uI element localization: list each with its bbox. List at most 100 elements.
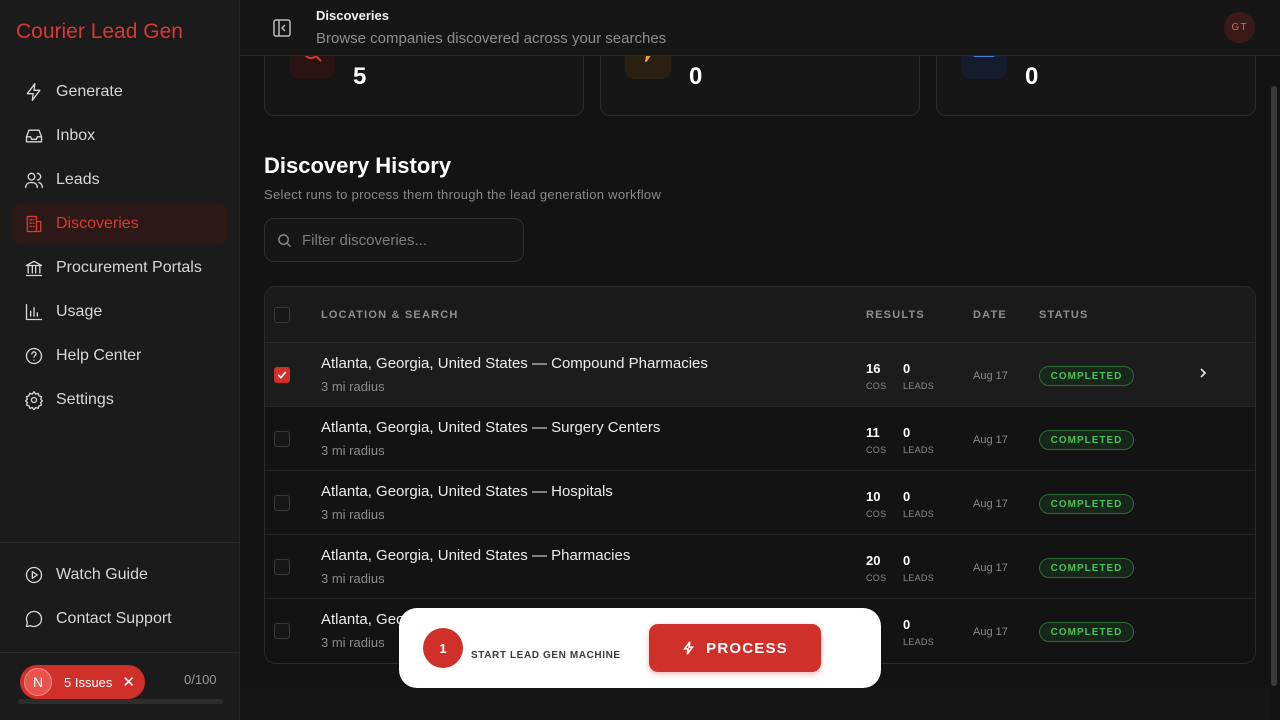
cos-label: COS	[866, 573, 887, 583]
table-row[interactable]: Atlanta, Georgia, United States — Pharma…	[265, 535, 1255, 599]
filter-input[interactable]	[302, 231, 512, 249]
inbox-icon	[24, 126, 44, 146]
avatar[interactable]: GT	[1224, 12, 1255, 43]
usage-progress-bar	[18, 699, 223, 704]
selected-count-badge: 1	[423, 628, 463, 668]
sidebar-item-discoveries[interactable]: Discoveries	[12, 204, 227, 244]
users-icon	[24, 170, 44, 190]
filter-field[interactable]	[264, 218, 524, 262]
leads-label: LEADS	[903, 637, 935, 647]
process-label: START LEAD GEN MACHINE	[471, 650, 621, 661]
row-checkbox[interactable]	[274, 431, 290, 447]
leads-label: LEADS	[903, 381, 935, 391]
sidebar-item-leads[interactable]: Leads	[12, 160, 227, 200]
leads-count: 0	[903, 617, 911, 632]
row-checkbox[interactable]	[274, 559, 290, 575]
table-row[interactable]: Atlanta, Georgia, United States — Hospit…	[265, 471, 1255, 535]
row-date: Aug 17	[973, 626, 1008, 638]
row-location: Atlanta, Georgia, United States — Pharma…	[321, 547, 631, 564]
sidebar-item-label: Discoveries	[56, 215, 139, 232]
row-date: Aug 17	[973, 370, 1008, 382]
stat-value: 0	[689, 63, 703, 90]
cos-count: 16	[866, 361, 881, 376]
sidebar-item-label: Settings	[56, 391, 114, 408]
sidebar-item-label: Usage	[56, 303, 103, 320]
sidebar-divider	[0, 652, 240, 653]
issues-badge[interactable]: N 5 Issues ✕	[20, 665, 145, 699]
sidebar: Courier Lead Gen Generate Inbox Leads Di…	[0, 0, 240, 720]
sidebar-toggle-icon[interactable]	[272, 18, 292, 38]
row-radius: 3 mi radius	[321, 635, 385, 650]
sidebar-item-label: Watch Guide	[56, 566, 148, 583]
status-badge: COMPLETED	[1039, 622, 1134, 642]
close-icon[interactable]: ✕	[122, 673, 135, 691]
row-radius: 3 mi radius	[321, 443, 385, 458]
row-date: Aug 17	[973, 498, 1008, 510]
zap-icon	[24, 82, 44, 102]
sidebar-item-label: Inbox	[56, 127, 96, 144]
main-content: 5 0 0 Discovery History Select runs to p…	[240, 56, 1270, 688]
leads-label: LEADS	[903, 573, 935, 583]
stat-value: 0	[1025, 63, 1039, 90]
message-circle-icon	[24, 609, 44, 629]
issues-label: 5 Issues	[64, 674, 113, 690]
building-icon	[24, 214, 44, 234]
process-bar: 1 START LEAD GEN MACHINE PROCESS	[399, 608, 881, 688]
sidebar-item-inbox[interactable]: Inbox	[12, 116, 227, 156]
row-radius: 3 mi radius	[321, 571, 385, 586]
cos-count: 10	[866, 489, 881, 504]
check-icon	[277, 371, 287, 379]
sidebar-item-label: Procurement Portals	[56, 259, 202, 276]
column-header-location: LOCATION & SEARCH	[321, 309, 459, 321]
brand-logo[interactable]: Courier Lead Gen	[16, 20, 183, 44]
leads-label: LEADS	[903, 445, 935, 455]
cos-label: COS	[866, 509, 887, 519]
sidebar-item-contact-support[interactable]: Contact Support	[12, 599, 227, 639]
row-checkbox[interactable]	[274, 367, 290, 383]
status-badge: COMPLETED	[1039, 366, 1134, 386]
process-button[interactable]: PROCESS	[649, 624, 821, 672]
status-badge: COMPLETED	[1039, 558, 1134, 578]
select-all-checkbox[interactable]	[274, 307, 290, 323]
leads-count: 0	[903, 425, 911, 440]
sidebar-item-watch-guide[interactable]: Watch Guide	[12, 555, 227, 595]
row-checkbox[interactable]	[274, 623, 290, 639]
landmark-icon	[24, 258, 44, 278]
sidebar-item-usage[interactable]: Usage	[12, 292, 227, 332]
row-radius: 3 mi radius	[321, 379, 385, 394]
row-checkbox[interactable]	[274, 495, 290, 511]
sidebar-item-generate[interactable]: Generate	[12, 72, 227, 112]
issues-avatar: N	[24, 668, 52, 696]
table-row[interactable]: Atlanta, Georgia, United States — Compou…	[265, 343, 1255, 407]
process-button-label: PROCESS	[706, 639, 788, 657]
section-subtitle: Select runs to process them through the …	[264, 187, 662, 202]
bar-chart-icon	[24, 302, 44, 322]
stat-card-emails: 0	[936, 56, 1256, 116]
sidebar-item-procurement-portals[interactable]: Procurement Portals	[12, 248, 227, 288]
status-badge: COMPLETED	[1039, 430, 1134, 450]
page-title: Discoveries	[316, 8, 389, 23]
column-header-results: RESULTS	[866, 309, 925, 321]
mail-icon	[961, 56, 1007, 79]
stat-value: 5	[353, 63, 367, 90]
footer-strip	[240, 688, 1270, 720]
cos-label: COS	[866, 445, 887, 455]
search-icon	[278, 233, 292, 247]
sidebar-item-settings[interactable]: Settings	[12, 380, 227, 420]
table-header: LOCATION & SEARCH RESULTS DATE STATUS	[265, 287, 1255, 343]
gear-icon	[24, 390, 44, 410]
sidebar-item-label: Leads	[56, 171, 100, 188]
table-row[interactable]: Atlanta, Georgia, United States — Surger…	[265, 407, 1255, 471]
chevron-right-icon[interactable]	[1197, 365, 1209, 381]
row-location: Atlanta, Georgia, United States — Compou…	[321, 355, 708, 372]
column-header-status: STATUS	[1039, 309, 1089, 321]
row-location: Atlanta, Georgia, United States — Hospit…	[321, 483, 613, 500]
page-subtitle: Browse companies discovered across your …	[316, 30, 667, 47]
leads-count: 0	[903, 361, 911, 376]
zap-icon	[625, 56, 671, 79]
sidebar-item-help-center[interactable]: Help Center	[12, 336, 227, 376]
status-badge: COMPLETED	[1039, 494, 1134, 514]
usage-count: 0/100	[184, 672, 217, 687]
scrollbar[interactable]	[1271, 86, 1277, 686]
cos-count: 20	[866, 553, 881, 568]
